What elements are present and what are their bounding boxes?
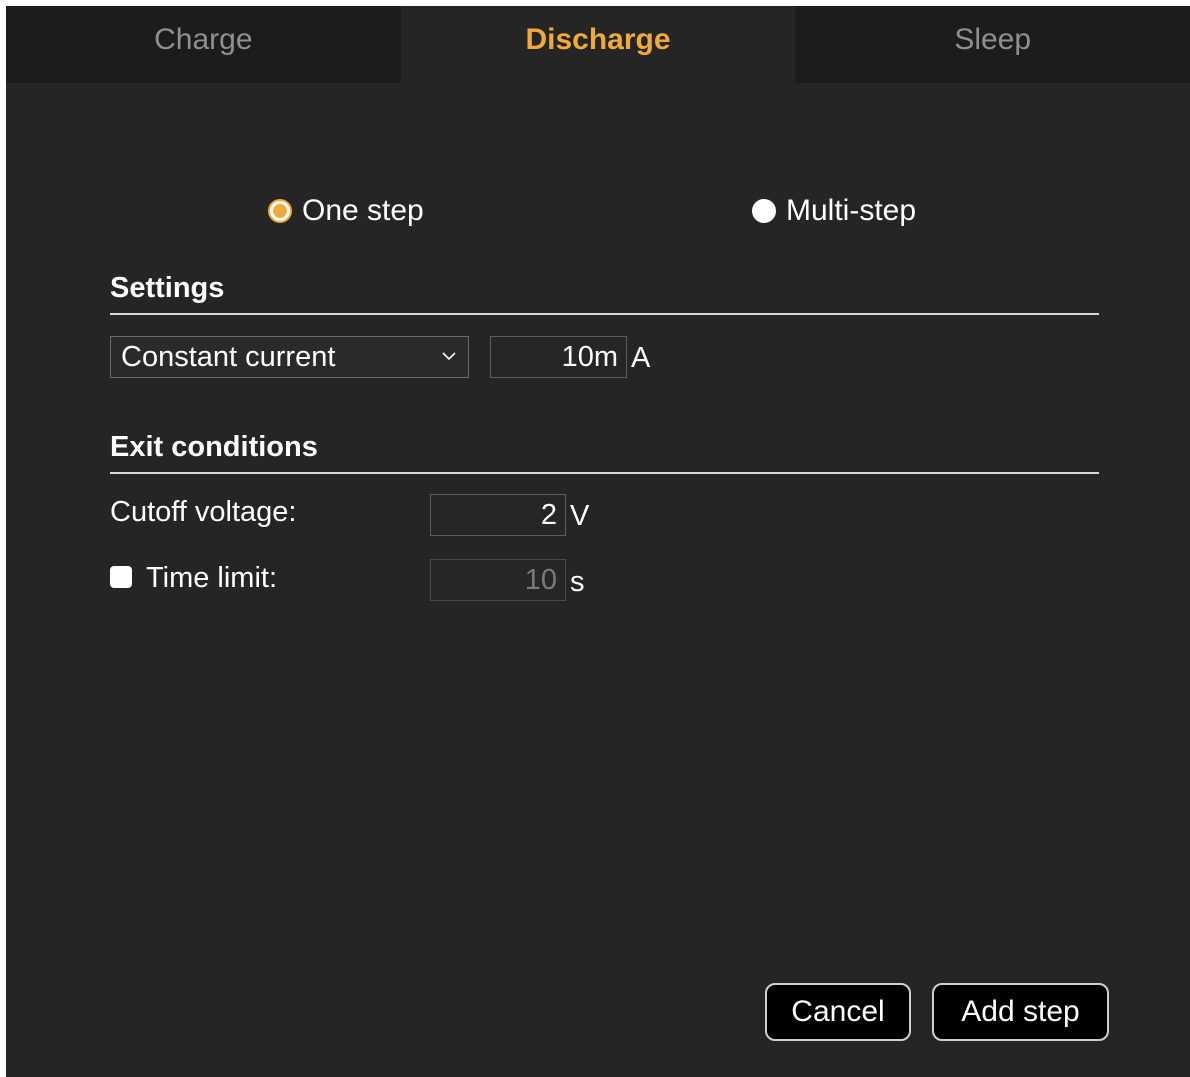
- tab-sleep[interactable]: Sleep: [795, 6, 1190, 83]
- mode-select-value: Constant current: [121, 340, 336, 373]
- settings-divider: [110, 313, 1099, 315]
- step-mode-group: One step Multi-step: [6, 194, 1190, 234]
- exit-conditions-heading: Exit conditions: [110, 431, 318, 463]
- multi-step-radio[interactable]: Multi-step: [752, 194, 916, 228]
- cutoff-voltage-input[interactable]: 2: [430, 494, 566, 536]
- mode-select[interactable]: Constant current: [110, 336, 469, 378]
- tab-discharge[interactable]: Discharge: [400, 6, 796, 83]
- tab-charge[interactable]: Charge: [6, 6, 401, 83]
- cutoff-voltage-unit: V: [570, 500, 590, 532]
- one-step-label: One step: [302, 194, 424, 227]
- multi-step-label: Multi-step: [786, 194, 917, 227]
- chevron-down-icon: [442, 352, 456, 361]
- radio-selected-icon[interactable]: [268, 199, 292, 223]
- settings-heading: Settings: [110, 272, 225, 304]
- time-limit-checkbox[interactable]: [110, 566, 132, 588]
- tab-bar: Charge Discharge Sleep: [6, 6, 1190, 83]
- radio-unselected-icon[interactable]: [752, 199, 776, 223]
- time-limit-unit: s: [570, 566, 585, 598]
- exit-conditions-divider: [110, 472, 1099, 474]
- add-step-button[interactable]: Add step: [932, 983, 1109, 1041]
- time-limit-label: Time limit:: [146, 562, 278, 594]
- current-unit: A: [631, 342, 651, 374]
- one-step-radio[interactable]: One step: [268, 194, 424, 228]
- discharge-dialog: Charge Discharge Sleep One step Multi-st…: [6, 6, 1190, 1077]
- cancel-button[interactable]: Cancel: [765, 983, 911, 1041]
- time-limit-input[interactable]: 10: [430, 559, 566, 601]
- current-input[interactable]: 10m: [490, 336, 627, 378]
- cutoff-voltage-label: Cutoff voltage:: [110, 496, 297, 528]
